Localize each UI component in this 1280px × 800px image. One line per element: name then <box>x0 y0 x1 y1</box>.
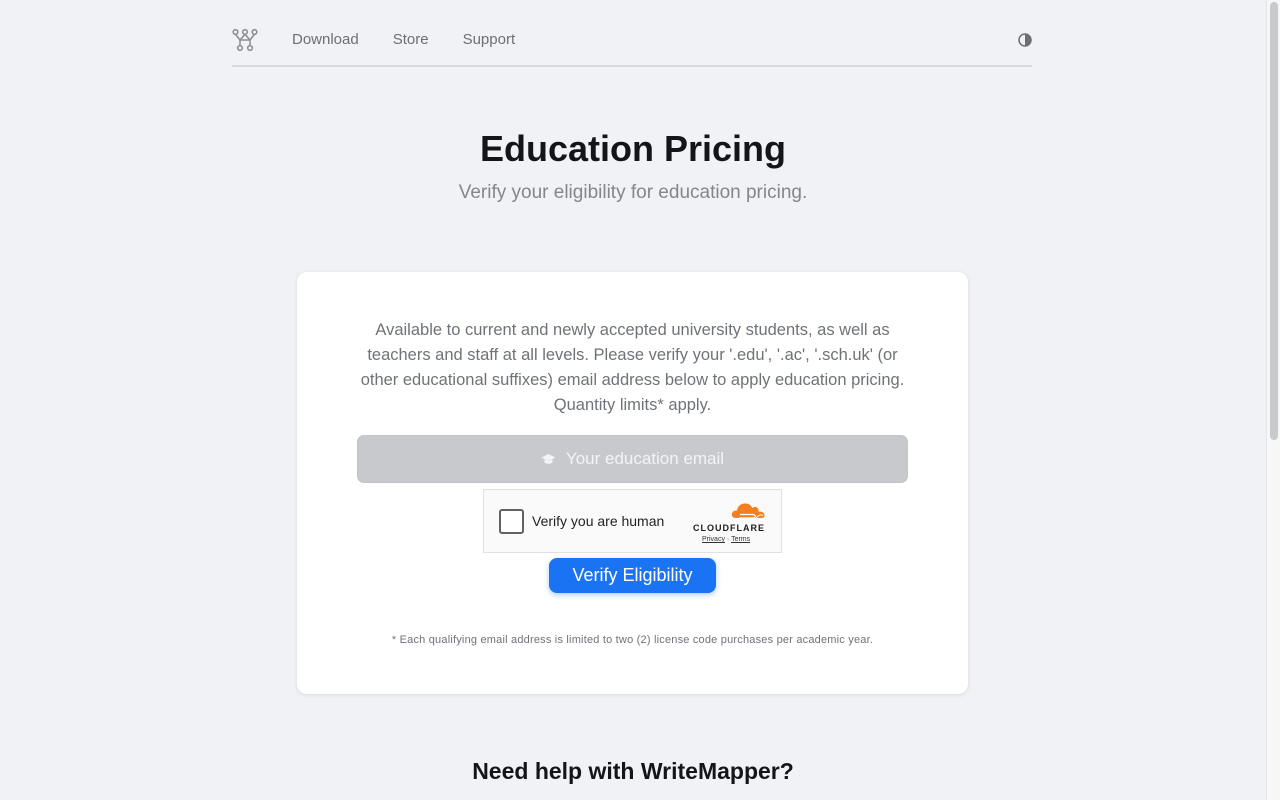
cloudflare-turnstile-widget: Verify you are human CLOUDFLARE Privacy … <box>483 489 782 553</box>
nav-link-download[interactable]: Download <box>292 31 359 48</box>
verify-eligibility-button[interactable]: Verify Eligibility <box>549 558 716 593</box>
education-email-input[interactable]: Your education email <box>357 435 908 483</box>
cloudflare-wordmark: CLOUDFLARE <box>693 523 765 533</box>
graduation-cap-icon <box>541 453 556 466</box>
page-subtitle: Verify your eligibility for education pr… <box>458 182 808 203</box>
nav-link-support[interactable]: Support <box>463 31 516 48</box>
help-section-title: Need help with WriteMapper? <box>472 758 794 784</box>
human-verify-label: Verify you are human <box>532 513 665 529</box>
page: Download Store Support Education Pricing… <box>0 0 1280 800</box>
education-verify-card: Available to current and newly accepted … <box>297 272 968 694</box>
scrollbar[interactable] <box>1266 0 1280 800</box>
eligibility-description: Available to current and newly accepted … <box>360 321 905 414</box>
contrast-icon[interactable] <box>1018 33 1032 47</box>
cloudflare-links: Privacy · Terms <box>702 536 768 543</box>
human-verify-checkbox[interactable] <box>499 509 524 534</box>
email-placeholder: Your education email <box>565 449 725 468</box>
link-separator: · <box>726 536 730 543</box>
page-title: Education Pricing <box>479 128 787 169</box>
cloudflare-logo: CLOUDFLARE Privacy · Terms <box>693 501 768 543</box>
scrollbar-thumb[interactable] <box>1270 2 1278 440</box>
quantity-limit-footnote: * Each qualifying email address is limit… <box>391 634 874 646</box>
writemapper-logo-icon[interactable] <box>232 28 258 52</box>
cloudflare-cloud-icon <box>731 503 765 519</box>
nav-link-store[interactable]: Store <box>393 31 429 48</box>
top-nav: Download Store Support <box>232 18 1032 67</box>
cloudflare-privacy-link[interactable]: Privacy <box>702 536 725 543</box>
cloudflare-terms-link[interactable]: Terms <box>731 536 750 543</box>
